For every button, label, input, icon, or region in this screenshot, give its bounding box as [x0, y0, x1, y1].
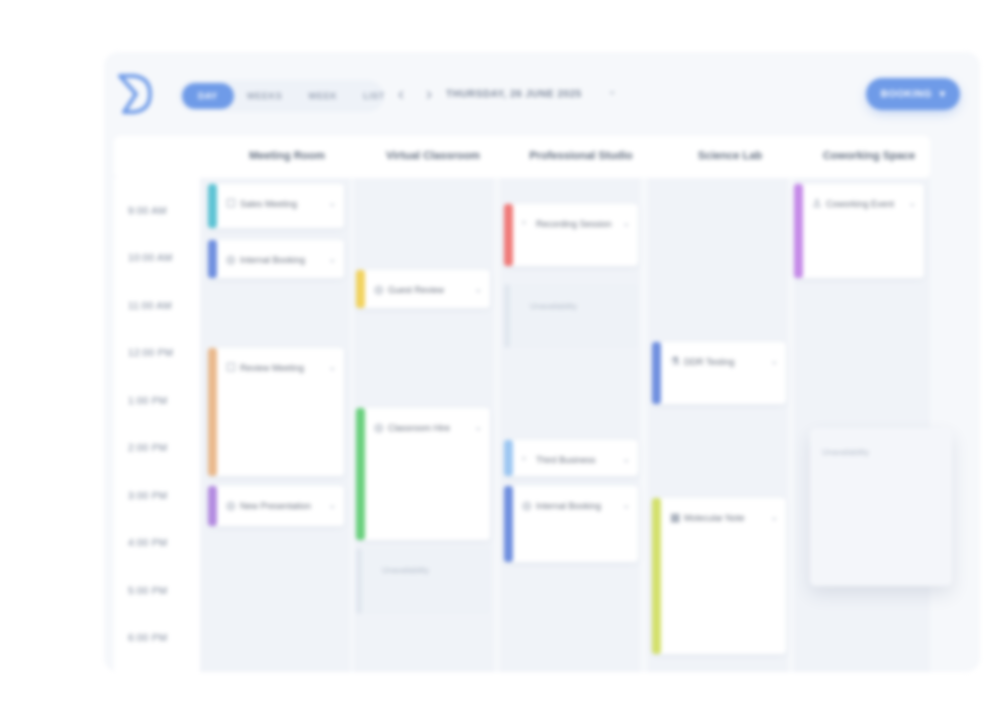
- event-color-bar: [504, 486, 513, 562]
- time-label: 9:00 AM: [128, 206, 167, 217]
- mic-icon: ◦: [522, 217, 526, 229]
- event-card[interactable]: ♙ Coworking Event ⌄: [794, 184, 924, 278]
- grid-icon: ▦: [670, 512, 681, 524]
- room-header: Virtual Classroom: [386, 150, 480, 162]
- event-card[interactable]: ◦ Third Business ⌄: [504, 440, 638, 476]
- chevron-down-icon[interactable]: ⌄: [328, 198, 336, 209]
- time-label: 1:00 PM: [128, 396, 168, 407]
- event-color-bar: [208, 486, 217, 526]
- unavailability-block: Unavailability: [356, 548, 490, 614]
- event-color-bar: [652, 498, 661, 654]
- event-color-bar: [208, 240, 217, 278]
- chevron-down-icon[interactable]: ⌄: [622, 218, 630, 229]
- event-card[interactable]: ☐ Sales Meeting ⌄: [208, 184, 344, 228]
- unavailability-bar: [504, 284, 510, 348]
- event-title: Sales Meeting: [240, 199, 298, 209]
- unavailability-bar: [356, 548, 362, 614]
- view-switcher: DAY WEEKS WEEK LIST: [178, 80, 384, 112]
- event-title: Third Business: [536, 455, 596, 465]
- caret-down-icon: ▾: [939, 88, 946, 100]
- event-card[interactable]: ◎ Internal Booking ⌄: [504, 486, 638, 562]
- view-list-button[interactable]: LIST: [350, 83, 398, 109]
- event-title: Review Meeting: [240, 363, 305, 373]
- view-weeks-button[interactable]: WEEKS: [234, 83, 296, 109]
- time-label: 3:00 PM: [128, 491, 168, 502]
- chevron-down-icon[interactable]: ⌄: [328, 254, 336, 265]
- event-card[interactable]: ⚗ DDR Testing ⌄: [652, 342, 786, 404]
- event-color-bar: [356, 408, 365, 540]
- time-label: 11:00 AM: [128, 301, 172, 312]
- person-icon: ♙: [812, 198, 822, 210]
- room-header: Science Lab: [697, 150, 763, 162]
- current-date[interactable]: THURSDAY, 26 JUNE 2025: [446, 89, 582, 100]
- event-card[interactable]: ◎ Guest Review ⌄: [356, 270, 490, 308]
- time-label: 5:00 PM: [128, 586, 168, 597]
- unavailability-label: Unavailability: [382, 566, 430, 575]
- chevron-down-icon[interactable]: ⌄: [328, 362, 336, 373]
- event-card[interactable]: ▦ Molecular Note ⌄: [652, 498, 786, 654]
- event-title: Coworking Event: [826, 199, 895, 209]
- event-card[interactable]: ◎ Classroom Hire ⌄: [356, 408, 490, 540]
- time-column: 9:00 AM 10:00 AM 11:00 AM 12:00 PM 1:00 …: [114, 178, 200, 672]
- app-logo: [118, 74, 152, 114]
- time-label: 10:00 AM: [128, 253, 173, 264]
- unavailability-block: Unavailability: [504, 284, 638, 348]
- chevron-down-icon[interactable]: ⌄: [622, 454, 630, 465]
- unavailability-label: Unavailability: [530, 302, 578, 311]
- calendar-icon: ☐: [226, 362, 236, 374]
- event-title: Classroom Hire: [388, 423, 451, 433]
- chevron-down-icon[interactable]: ⌄: [474, 284, 482, 295]
- globe-icon: ◎: [522, 500, 532, 512]
- event-title: Molecular Note: [684, 513, 745, 523]
- time-label: 2:00 PM: [128, 443, 168, 454]
- time-label: 6:00 PM: [128, 633, 168, 644]
- flask-icon: ⚗: [670, 356, 680, 368]
- unavailability-card[interactable]: Unavailability: [810, 428, 952, 586]
- view-week-button[interactable]: WEEK: [295, 83, 350, 109]
- globe-icon: ◎: [374, 284, 384, 296]
- unavailability-label: Unavailability: [822, 448, 870, 457]
- mic-icon: ◦: [522, 453, 526, 465]
- chevron-down-icon[interactable]: ⌄: [908, 198, 916, 209]
- event-color-bar: [652, 342, 661, 404]
- booking-button-label: BOOKING: [880, 88, 932, 100]
- chevron-down-icon[interactable]: ⌄: [770, 356, 778, 367]
- event-color-bar: [208, 348, 217, 476]
- event-color-bar: [356, 270, 365, 308]
- event-title: Recording Session: [536, 219, 612, 229]
- chevron-down-icon[interactable]: ⌄: [770, 512, 778, 523]
- next-day-icon[interactable]: ›: [426, 84, 432, 105]
- event-title: Internal Booking: [240, 255, 306, 265]
- event-card[interactable]: ☐ Review Meeting ⌄: [208, 348, 344, 476]
- event-color-bar: [208, 184, 217, 228]
- view-day-button[interactable]: DAY: [182, 83, 234, 109]
- chevron-down-icon[interactable]: ⌄: [622, 500, 630, 511]
- event-card[interactable]: ◦ Recording Session ⌄: [504, 204, 638, 266]
- room-header: Professional Studio: [529, 150, 633, 162]
- room-header: Coworking Space: [822, 150, 916, 162]
- prev-day-icon[interactable]: ‹: [398, 84, 404, 105]
- globe-icon: ◎: [226, 254, 236, 266]
- room-header-row: Meeting Room Virtual Classroom Professio…: [114, 136, 930, 178]
- booking-button[interactable]: BOOKING ▾: [866, 78, 960, 110]
- time-label: 4:00 PM: [128, 538, 168, 549]
- chevron-down-icon[interactable]: ⌄: [608, 86, 616, 97]
- event-card[interactable]: ◎ New Presentation ⌄: [208, 486, 344, 526]
- scheduler-app: DAY WEEKS WEEK LIST ‹ › THURSDAY, 26 JUN…: [104, 52, 980, 672]
- event-title: Guest Review: [388, 285, 445, 295]
- event-card[interactable]: ◎ Internal Booking ⌄: [208, 240, 344, 278]
- globe-icon: ◎: [226, 500, 236, 512]
- room-header: Meeting Room: [249, 150, 325, 162]
- globe-icon: ◎: [374, 422, 384, 434]
- calendar-icon: ☐: [226, 198, 236, 210]
- event-title: Internal Booking: [536, 501, 602, 511]
- event-color-bar: [504, 440, 513, 476]
- time-label: 12:00 PM: [128, 348, 174, 359]
- chevron-down-icon[interactable]: ⌄: [474, 422, 482, 433]
- event-color-bar: [794, 184, 803, 278]
- event-color-bar: [504, 204, 513, 266]
- event-title: New Presentation: [240, 501, 312, 511]
- event-title: DDR Testing: [684, 357, 735, 367]
- chevron-down-icon[interactable]: ⌄: [328, 500, 336, 511]
